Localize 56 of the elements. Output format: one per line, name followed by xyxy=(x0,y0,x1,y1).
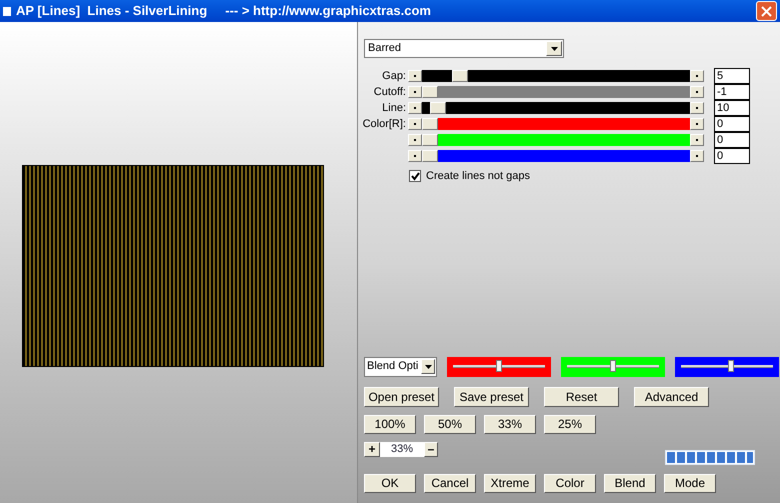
color-slider[interactable] xyxy=(561,356,665,376)
window-icon xyxy=(3,6,11,16)
scroll-left-button[interactable] xyxy=(408,70,422,82)
check-icon xyxy=(410,172,420,181)
preset-button[interactable]: Open preset xyxy=(364,386,439,406)
close-button[interactable] xyxy=(756,1,777,21)
dialog-button[interactable]: OK xyxy=(364,474,416,492)
zoom-button[interactable]: 100% xyxy=(364,414,416,434)
zoom-in-button[interactable]: + xyxy=(364,442,380,456)
slider-label: Color[R]: xyxy=(362,118,406,130)
scroll-right-button[interactable] xyxy=(690,150,704,162)
dialog-button[interactable]: Mode xyxy=(664,474,716,492)
color-slider[interactable] xyxy=(675,356,779,376)
scroll-right-button[interactable] xyxy=(690,70,704,82)
slider-thumb[interactable] xyxy=(496,360,502,372)
zoom-field[interactable]: 33% xyxy=(380,442,424,456)
dialog-button[interactable]: Cancel xyxy=(424,474,476,492)
caret-icon xyxy=(424,364,432,368)
preset-button[interactable]: Advanced xyxy=(634,386,709,406)
value-field[interactable]: 0 xyxy=(714,148,750,164)
value-field[interactable]: 0 xyxy=(714,132,750,148)
blend-dropdown[interactable]: Blend Opti xyxy=(364,356,437,376)
zoom-button[interactable]: 50% xyxy=(424,414,476,434)
value-field[interactable]: 0 xyxy=(714,116,750,132)
scroll-right-button[interactable] xyxy=(690,134,704,146)
close-icon xyxy=(761,6,772,16)
value-field[interactable]: 10 xyxy=(714,100,750,116)
preset-dropdown[interactable]: Barred xyxy=(364,39,564,58)
scroll-left-button[interactable] xyxy=(408,118,422,130)
zoom-button[interactable]: 25% xyxy=(544,414,596,434)
zoom-button[interactable]: 33% xyxy=(484,414,536,434)
slider-label: Line: xyxy=(382,102,406,114)
slider-thumb[interactable] xyxy=(610,360,616,372)
preset-button[interactable]: Reset xyxy=(544,386,619,406)
checkbox-label: Create lines not gaps xyxy=(426,169,530,184)
slider-label: Gap: xyxy=(382,70,406,82)
preset-button[interactable]: Save preset xyxy=(454,386,529,406)
scroll-left-button[interactable] xyxy=(408,134,422,146)
color-slider[interactable] xyxy=(447,356,551,376)
slider-label: Cutoff: xyxy=(374,86,406,98)
slider-thumb[interactable] xyxy=(728,360,734,372)
dialog-button[interactable]: Blend xyxy=(604,474,656,492)
zoom-out-button[interactable]: – xyxy=(424,442,438,456)
dialog-button[interactable]: Color xyxy=(544,474,596,492)
scroll-left-button[interactable] xyxy=(408,86,422,98)
scroll-right-button[interactable] xyxy=(690,86,704,98)
value-field[interactable]: -1 xyxy=(714,84,750,100)
scroll-right-button[interactable] xyxy=(690,118,704,130)
caret-icon xyxy=(550,46,558,50)
scroll-left-button[interactable] xyxy=(408,150,422,162)
value-field[interactable]: 5 xyxy=(714,68,750,84)
scroll-left-button[interactable] xyxy=(408,102,422,114)
scroll-right-button[interactable] xyxy=(690,102,704,114)
window-title: AP [Lines] Lines - SilverLining --- > http://www.graphicxtras.com xyxy=(16,2,432,20)
checkbox[interactable] xyxy=(409,170,421,182)
dialog-button[interactable]: Xtreme xyxy=(484,474,536,492)
